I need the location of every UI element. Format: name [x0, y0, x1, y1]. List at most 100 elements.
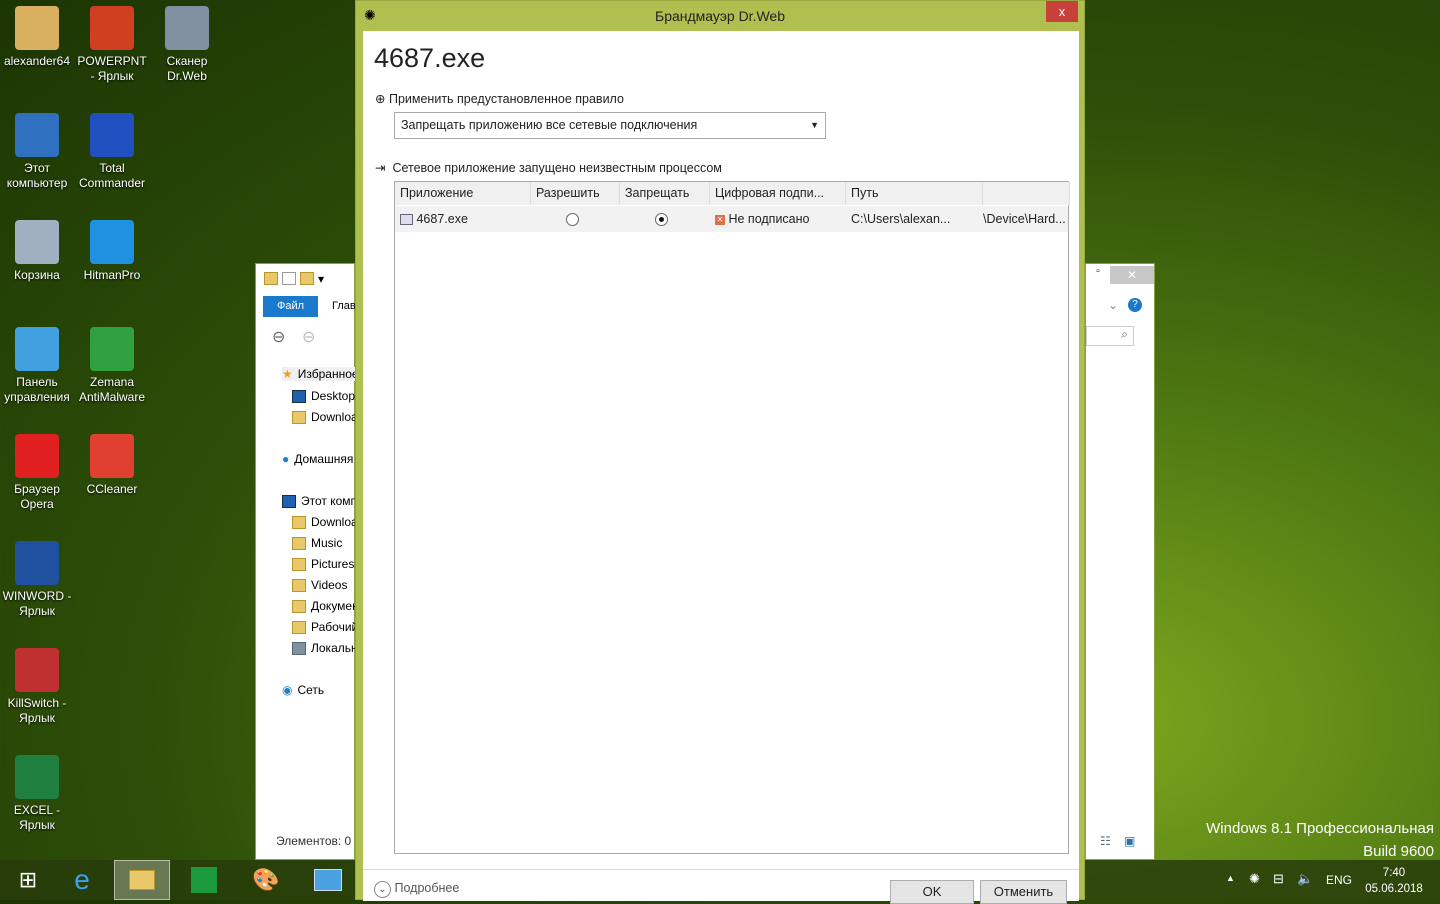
close-button[interactable]: x	[1046, 1, 1078, 22]
column-header[interactable]: Приложение	[395, 182, 531, 205]
column-header[interactable]	[983, 182, 1070, 205]
info-label: ⇥ Сетевое приложение запущено неизвестны…	[375, 161, 722, 175]
folder-icon	[129, 870, 155, 890]
desktop-icon[interactable]: HitmanPro	[75, 214, 149, 283]
details-view-icon[interactable]: ☷	[1100, 834, 1111, 848]
desktop-icon-label: WINWORD - Ярлык	[2, 589, 72, 618]
desktop-icon-label: Total Commander	[78, 161, 146, 190]
desktop-icon[interactable]: POWERPNT - Ярлык	[75, 0, 149, 84]
tab-file[interactable]: Файл	[263, 296, 318, 317]
desktop-icon[interactable]: Сканер Dr.Web	[150, 0, 224, 84]
shortcut-icon	[90, 434, 134, 478]
details-toggle[interactable]: ⌄ Подробнее	[374, 881, 459, 898]
drive-icon	[292, 641, 306, 655]
volume-icon[interactable]: 🔈	[1297, 871, 1313, 887]
nav-desktop[interactable]: Desktop	[292, 389, 355, 403]
column-header[interactable]: Разрешить	[531, 182, 620, 205]
shortcut-icon	[15, 541, 59, 585]
store-icon	[191, 867, 217, 893]
shortcut-icon	[90, 220, 134, 264]
desktop-icon[interactable]: alexander64	[0, 0, 74, 69]
tiles-view-icon[interactable]: ▣	[1124, 834, 1135, 848]
desktop-icon-label: POWERPNT - Ярлык	[77, 54, 147, 83]
taskbar-explorer[interactable]	[114, 860, 170, 900]
unsigned-icon: ✕	[715, 214, 725, 225]
taskbar-ie[interactable]: e	[54, 860, 110, 900]
drweb-spider-icon: ✺	[364, 7, 376, 23]
app-name-heading: 4687.exe	[374, 43, 486, 73]
nav-item[interactable]: Pictures	[292, 557, 354, 571]
column-header[interactable]: Путь	[846, 182, 983, 205]
homegroup-icon: ●	[282, 452, 290, 466]
column-header[interactable]: Цифровая подпи...	[710, 182, 846, 205]
quick-access-toolbar[interactable]: ▾	[264, 272, 324, 286]
folder-icon	[292, 578, 306, 592]
desktop-icon-label: Корзина	[14, 268, 60, 282]
clock[interactable]: 7:40 05.06.2018	[1364, 865, 1424, 897]
shortcut-icon	[15, 220, 59, 264]
shortcut-icon	[15, 113, 59, 157]
cancel-button[interactable]: Отменить	[980, 880, 1067, 904]
desktop-icon-label: Панель управления	[4, 375, 70, 404]
desktop-icon-label: Браузер Opera	[14, 482, 60, 511]
start-button[interactable]: ⊞	[0, 860, 56, 900]
ok-button[interactable]: OK	[890, 880, 974, 904]
dialog-title: Брандмауэр Dr.Web	[655, 8, 785, 24]
back-button[interactable]: ⊖	[272, 327, 285, 347]
nav-favorites[interactable]: ★ Избранное	[282, 367, 362, 381]
allow-radio[interactable]	[566, 213, 579, 227]
desktop-icon[interactable]: Zemana AntiMalware	[75, 321, 149, 405]
nav-item[interactable]: Music	[292, 536, 342, 550]
windows-logo-icon: ⊞	[18, 867, 38, 892]
column-header[interactable]: Запрещать	[620, 182, 710, 205]
desktop-icon[interactable]: CCleaner	[75, 428, 149, 497]
exe-icon	[400, 214, 413, 226]
help-icon[interactable]: ?	[1128, 298, 1142, 312]
network-tray-icon[interactable]: ⊟	[1273, 871, 1284, 887]
show-hidden-icons[interactable]: ▲	[1226, 873, 1235, 883]
taskbar-paint[interactable]: 🎨	[238, 860, 294, 900]
tab-home[interactable]: Глав	[332, 300, 356, 312]
desktop-icon-label: Сканер Dr.Web	[166, 54, 208, 83]
taskbar-store[interactable]	[176, 860, 232, 900]
drweb-tray-icon[interactable]: ✺	[1249, 871, 1260, 887]
paint-icon: 🎨	[252, 867, 280, 892]
properties-icon	[282, 272, 296, 285]
desktop-icon[interactable]: Браузер Opera	[0, 428, 74, 512]
shortcut-icon	[15, 755, 59, 799]
folder-icon	[292, 620, 306, 634]
language-indicator[interactable]: ENG	[1326, 873, 1352, 887]
shortcut-icon	[90, 6, 134, 50]
folder-icon	[264, 272, 278, 285]
network-icon: ◉	[282, 683, 293, 697]
desktop-icon[interactable]: Этот компьютер	[0, 107, 74, 191]
forward-button[interactable]: ⊖	[302, 327, 315, 347]
shortcut-icon	[15, 327, 59, 371]
control-panel-icon	[314, 869, 342, 891]
search-input[interactable]: ⌕	[1086, 326, 1134, 346]
taskbar-control-panel[interactable]	[300, 860, 356, 900]
desktop-icon[interactable]: KillSwitch - Ярлык	[0, 642, 74, 726]
desktop-icon[interactable]: EXCEL - Ярлык	[0, 749, 74, 833]
nav-homegroup[interactable]: ● Домашняя	[282, 452, 353, 466]
nav-network[interactable]: ◉ Сеть	[282, 683, 324, 697]
shortcut-icon	[15, 6, 59, 50]
desktop-icon-label: HitmanPro	[83, 268, 141, 282]
nav-item[interactable]: Рабочий	[292, 620, 358, 634]
desktop-icon-label: KillSwitch - Ярлык	[7, 696, 67, 725]
maximize-button[interactable]: ▫	[1086, 266, 1110, 284]
desktop-icon[interactable]: WINWORD - Ярлык	[0, 535, 74, 619]
deny-radio[interactable]	[655, 213, 668, 227]
desktop-icon[interactable]: Корзина	[0, 214, 74, 283]
desktop-icon[interactable]: Total Commander	[75, 107, 149, 191]
desktop-icon	[292, 389, 306, 403]
table-row[interactable]: 4687.exe ✕ Не подписано C:\Users\alexan.…	[395, 206, 1068, 232]
rule-select[interactable]: Запрещать приложению все сетевые подключ…	[394, 112, 826, 139]
dropdown-icon[interactable]: ▾	[318, 272, 324, 286]
desktop-icon[interactable]: Панель управления	[0, 321, 74, 405]
nav-item[interactable]: Videos	[292, 578, 347, 592]
cell-device: \Device\Hard...	[983, 212, 1066, 226]
close-button[interactable]: ✕	[1110, 266, 1154, 284]
rule-label: ⊕ Применить предустановленное правило	[375, 92, 624, 106]
expand-ribbon-icon[interactable]: ⌄	[1108, 298, 1118, 312]
